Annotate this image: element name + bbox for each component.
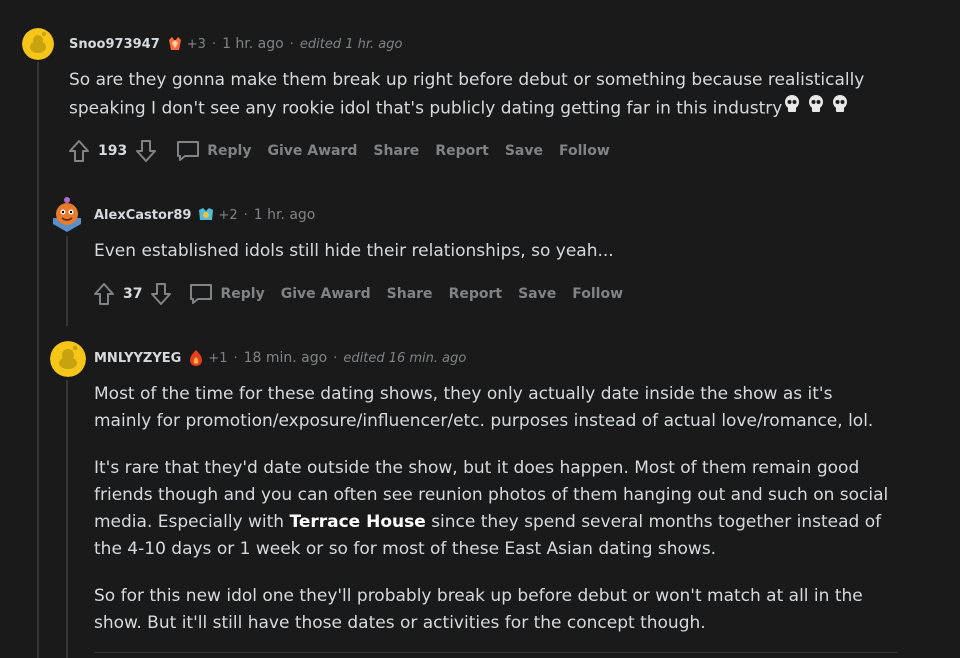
upvote-button[interactable] [91,281,117,307]
upvote-button[interactable] [66,138,92,164]
report-button[interactable]: Report [435,143,489,159]
comment-meta: MNLYYZYEG +1 · 18 min. ago · edited 16 m… [94,349,466,367]
vote-score: 37 [123,286,143,302]
author-name[interactable]: MNLYYZYEG [94,351,181,366]
comment-actions: 37 Reply Give Award Share Report Save Fo… [91,281,639,307]
give-award-button[interactable]: Give Award [267,143,357,159]
reply-label: Reply [220,286,265,302]
timestamp[interactable]: 1 hr. ago [222,36,284,52]
comment-text: Even established idols still hide their … [94,241,614,261]
speech-bubble-icon [190,284,213,304]
share-button[interactable]: Share [387,286,433,302]
thread-line-reply[interactable] [66,236,68,326]
timestamp[interactable]: 18 min. ago [244,350,328,366]
snoo-avatar-icon [50,341,86,377]
reply-button[interactable]: Reply [188,282,265,306]
comment-body: So are they gonna make them break up rig… [69,67,889,123]
snoo-avatar-icon [49,196,85,232]
save-button[interactable]: Save [518,286,556,302]
snoo-avatar-icon [22,28,54,60]
thread-line-root[interactable] [37,62,39,658]
speech-bubble-icon [177,141,200,161]
downvote-arrow-icon [136,140,157,162]
comment-actions: 193 Reply Give Award Share Report Save F… [66,138,626,164]
award-icon[interactable] [187,349,205,367]
separator-dot: · [243,207,248,223]
reply-button[interactable]: Reply [175,139,251,163]
divider [94,652,898,653]
comment-paragraph: It's rare that they'd date outside the s… [94,455,894,563]
edited-label: edited 16 min. ago [343,350,467,366]
avatar[interactable] [50,341,86,377]
separator-dot: · [233,350,238,366]
downvote-arrow-icon [151,283,172,305]
award-icon[interactable] [166,35,184,53]
separator-dot: · [211,36,217,52]
award-icon[interactable] [197,206,215,224]
award-count[interactable]: +2 [218,208,237,223]
upvote-arrow-icon [94,283,114,305]
thread-line-nested[interactable] [66,380,68,658]
give-award-button[interactable]: Give Award [281,286,371,302]
downvote-button[interactable] [148,281,174,307]
downvote-button[interactable] [133,138,159,164]
comment-meta: AlexCastor89 +2 · 1 hr. ago [94,206,315,224]
comment-body: Even established idols still hide their … [94,238,894,265]
separator-dot: · [289,36,294,52]
vote-score: 193 [98,143,128,159]
award-count[interactable]: +1 [208,351,227,366]
bold-text: Terrace House [289,512,426,532]
report-button[interactable]: Report [449,286,503,302]
comment-paragraph: So for this new idol one they'll probabl… [94,586,863,633]
comment-text: So are they gonna make them break up rig… [69,70,865,119]
avatar[interactable] [49,196,85,232]
follow-button[interactable]: Follow [559,143,610,159]
share-button[interactable]: Share [373,143,419,159]
award-count[interactable]: +3 [187,37,206,52]
author-name[interactable]: Snoo973947 [69,37,160,52]
timestamp[interactable]: 1 hr. ago [254,207,316,223]
comment-body: Most of the time for these dating shows,… [94,381,894,637]
author-name[interactable]: AlexCastor89 [94,208,191,223]
comment-meta: Snoo973947 +3 · 1 hr. ago · edited 1 hr.… [69,35,402,53]
edited-label: edited 1 hr. ago [299,36,403,52]
comment-paragraph: Most of the time for these dating shows,… [94,384,874,431]
avatar[interactable] [22,28,54,60]
separator-dot: · [333,350,338,366]
reply-label: Reply [207,143,252,159]
save-button[interactable]: Save [505,143,543,159]
skull-emoji-icon [782,94,854,123]
follow-button[interactable]: Follow [572,286,623,302]
upvote-arrow-icon [69,140,89,162]
